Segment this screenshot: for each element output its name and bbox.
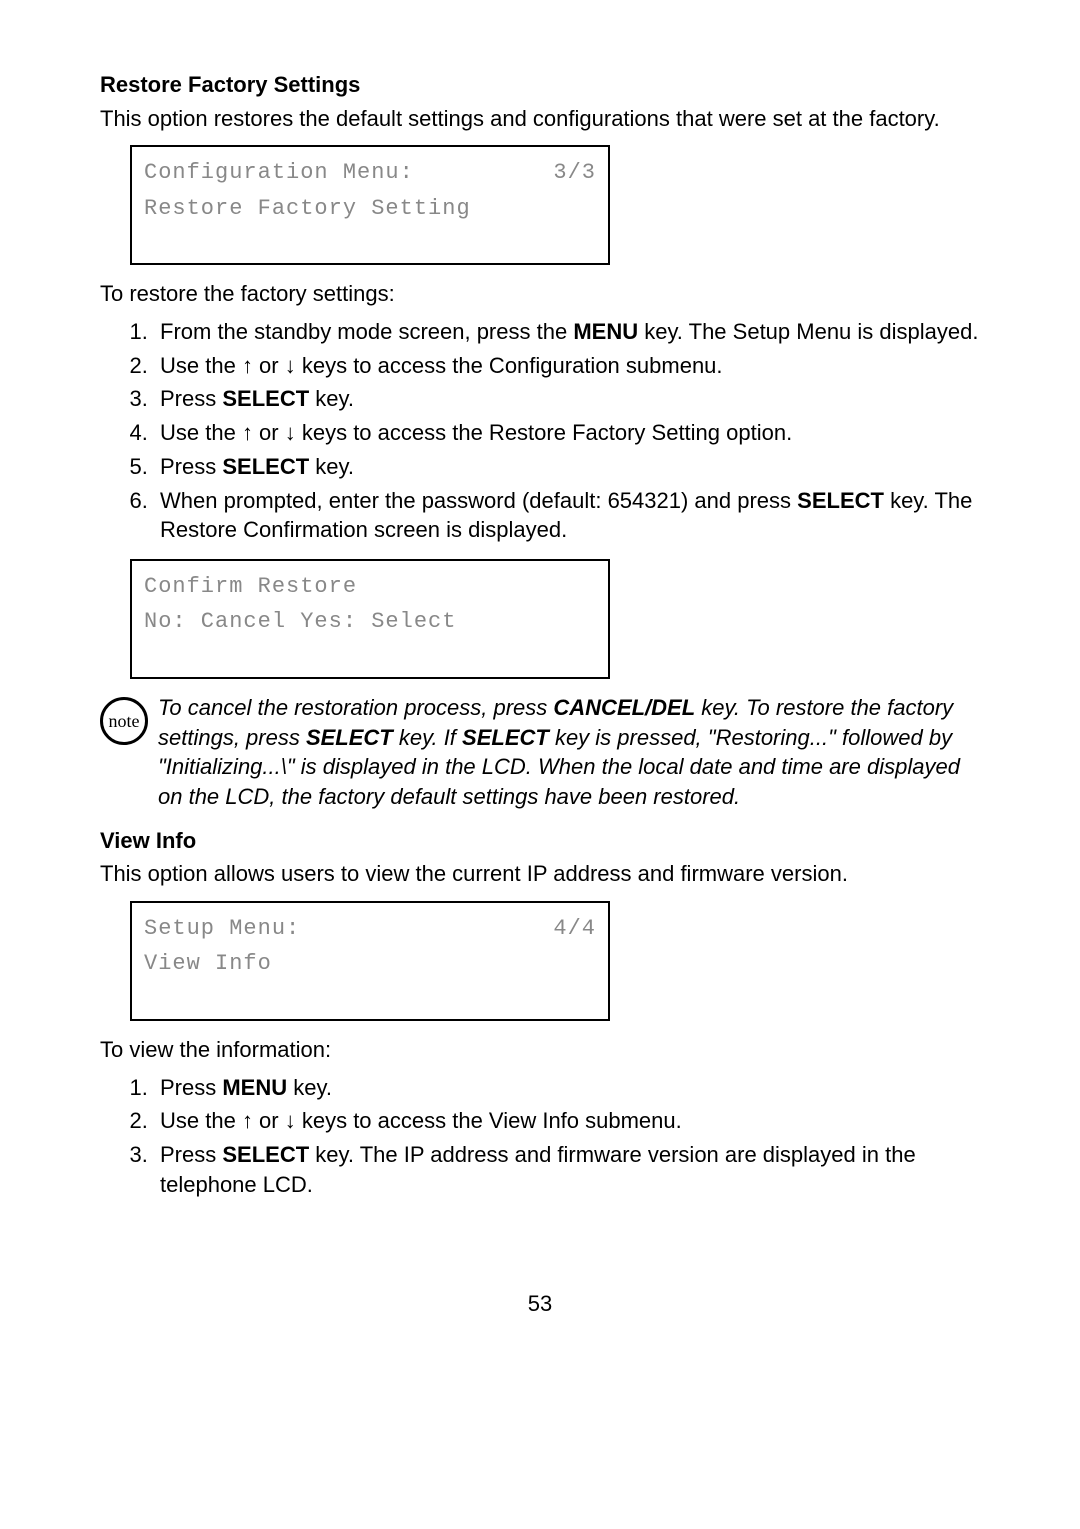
t: When prompted, enter the password (defau… xyxy=(160,488,797,513)
section-title-restore: Restore Factory Settings xyxy=(100,70,980,100)
section-title-viewinfo: View Info xyxy=(100,826,980,856)
keycap-select: SELECT xyxy=(797,488,884,513)
t: Use the xyxy=(160,1108,242,1133)
keycap-menu: MENU xyxy=(573,319,638,344)
t: key. xyxy=(309,454,354,479)
page-number: 53 xyxy=(100,1289,980,1319)
step: When prompted, enter the password (defau… xyxy=(154,486,980,545)
note-text: To cancel the restoration process, press… xyxy=(158,693,980,812)
t: Press xyxy=(160,1075,222,1100)
t: or xyxy=(253,420,285,445)
t: key. If xyxy=(393,725,462,750)
arrow-up-icon: ↑ xyxy=(242,420,253,445)
keycap-select: SELECT xyxy=(222,1142,309,1167)
steps-restore: From the standby mode screen, press the … xyxy=(100,317,980,545)
lcd-line1-right: 4/4 xyxy=(553,911,596,946)
lcd-confirm-restore: Confirm Restore No: Cancel Yes: Select xyxy=(130,559,610,679)
lcd-line2: Restore Factory Setting xyxy=(144,191,596,226)
lcd-line2: No: Cancel Yes: Select xyxy=(144,604,596,639)
keycap-cancel-del: CANCEL/DEL xyxy=(553,695,695,720)
step: Press SELECT key. The IP address and fir… xyxy=(154,1140,980,1199)
lcd-config-menu: Configuration Menu: 3/3 Restore Factory … xyxy=(130,145,610,265)
arrow-down-icon: ↓ xyxy=(285,1108,296,1133)
note-icon: note xyxy=(100,697,148,745)
intro-viewinfo: To view the information: xyxy=(100,1035,980,1065)
arrow-up-icon: ↑ xyxy=(242,353,253,378)
arrow-up-icon: ↑ xyxy=(242,1108,253,1133)
t: Press xyxy=(160,1142,222,1167)
arrow-down-icon: ↓ xyxy=(285,420,296,445)
lcd-line2: View Info xyxy=(144,946,596,981)
step: Use the ↑ or ↓ keys to access the Restor… xyxy=(154,418,980,448)
lcd-line1-left: Configuration Menu: xyxy=(144,155,414,190)
t: Press xyxy=(160,386,222,411)
step: From the standby mode screen, press the … xyxy=(154,317,980,347)
t: or xyxy=(253,1108,285,1133)
step: Press SELECT key. xyxy=(154,452,980,482)
t: From the standby mode screen, press the xyxy=(160,319,573,344)
keycap-select: SELECT xyxy=(462,725,549,750)
step: Use the ↑ or ↓ keys to access the View I… xyxy=(154,1106,980,1136)
intro-restore: To restore the factory settings: xyxy=(100,279,980,309)
arrow-down-icon: ↓ xyxy=(285,353,296,378)
t: keys to access the Restore Factory Setti… xyxy=(296,420,792,445)
keycap-select: SELECT xyxy=(306,725,393,750)
lcd-setup-menu: Setup Menu: 4/4 View Info xyxy=(130,901,610,1021)
t: key. xyxy=(309,386,354,411)
lcd-line1: Confirm Restore xyxy=(144,569,596,604)
step: Press MENU key. xyxy=(154,1073,980,1103)
keycap-menu: MENU xyxy=(222,1075,287,1100)
t: Use the xyxy=(160,420,242,445)
step: Use the ↑ or ↓ keys to access the Config… xyxy=(154,351,980,381)
t: keys to access the View Info submenu. xyxy=(296,1108,682,1133)
section-desc-restore: This option restores the default setting… xyxy=(100,104,980,134)
t: Use the xyxy=(160,353,242,378)
t: keys to access the Configuration submenu… xyxy=(296,353,723,378)
step: Press SELECT key. xyxy=(154,384,980,414)
note-block: note To cancel the restoration process, … xyxy=(100,693,980,812)
t: Press xyxy=(160,454,222,479)
t: key. xyxy=(287,1075,332,1100)
t: key. The Setup Menu is displayed. xyxy=(638,319,978,344)
lcd-line1-left: Setup Menu: xyxy=(144,911,300,946)
keycap-select: SELECT xyxy=(222,386,309,411)
t: To cancel the restoration process, press xyxy=(158,695,553,720)
lcd-line1-right: 3/3 xyxy=(553,155,596,190)
section-desc-viewinfo: This option allows users to view the cur… xyxy=(100,859,980,889)
keycap-select: SELECT xyxy=(222,454,309,479)
steps-viewinfo: Press MENU key. Use the ↑ or ↓ keys to a… xyxy=(100,1073,980,1200)
t: or xyxy=(253,353,285,378)
